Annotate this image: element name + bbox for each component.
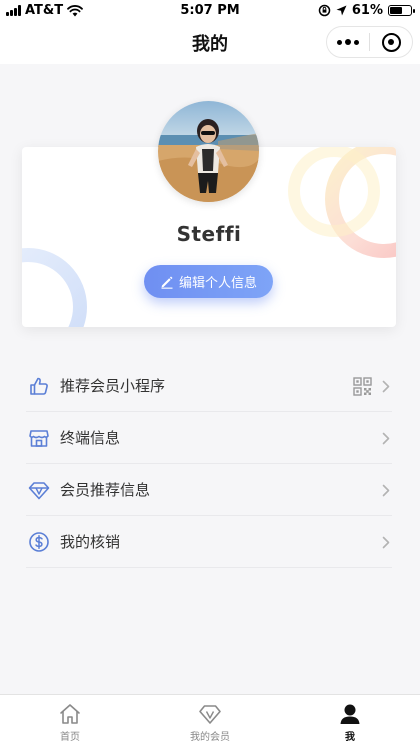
tab-label: 首页 bbox=[60, 732, 80, 743]
nav-bar: 我的 bbox=[0, 22, 420, 64]
avatar[interactable] bbox=[158, 101, 259, 202]
profile-username: Steffi bbox=[176, 222, 242, 246]
location-icon bbox=[336, 5, 347, 16]
tab-home[interactable]: 首页 bbox=[0, 695, 140, 744]
menu-item-recommend-mini-program[interactable]: 推荐会员小程序 bbox=[26, 360, 392, 412]
menu-right bbox=[353, 360, 390, 412]
tab-me[interactable]: 我 bbox=[280, 695, 420, 744]
battery-fill bbox=[390, 7, 402, 14]
home-icon bbox=[60, 704, 80, 724]
orientation-lock-icon bbox=[318, 4, 331, 17]
chevron-right-icon bbox=[382, 380, 390, 392]
edit-profile-button[interactable]: 编辑个人信息 bbox=[144, 265, 273, 298]
menu-item-terminal-info[interactable]: 终端信息 bbox=[26, 412, 392, 464]
battery-icon bbox=[388, 5, 415, 16]
menu-right bbox=[382, 516, 390, 568]
tab-bar: 首页 我的会员 我 bbox=[0, 694, 420, 744]
menu-label: 终端信息 bbox=[60, 429, 121, 447]
tab-label: 我的会员 bbox=[190, 732, 230, 743]
avatar-photo bbox=[158, 101, 259, 202]
status-bar: AT&T 5:07 PM 61% bbox=[0, 0, 420, 22]
tab-my-members[interactable]: 我的会员 bbox=[140, 695, 280, 744]
more-dots-icon-end bbox=[354, 39, 359, 45]
menu-label: 我的核销 bbox=[60, 533, 121, 551]
tab-label: 我 bbox=[345, 732, 355, 743]
mini-program-capsule bbox=[326, 26, 413, 58]
user-icon bbox=[340, 704, 360, 724]
more-dots-icon bbox=[337, 39, 342, 45]
menu-label: 会员推荐信息 bbox=[60, 481, 151, 499]
target-circle-icon bbox=[381, 32, 401, 52]
menu-right bbox=[382, 412, 390, 464]
menu-right bbox=[382, 464, 390, 516]
edit-profile-label: 编辑个人信息 bbox=[178, 276, 257, 291]
chevron-right-icon bbox=[382, 536, 390, 548]
diamond-icon bbox=[28, 479, 50, 501]
chevron-right-icon bbox=[382, 484, 390, 496]
menu-label: 推荐会员小程序 bbox=[60, 377, 166, 395]
dollar-circle-icon bbox=[28, 531, 50, 553]
status-right: 61% bbox=[318, 3, 415, 18]
qr-code-icon[interactable] bbox=[353, 376, 372, 396]
menu-item-my-redemptions[interactable]: 我的核销 bbox=[26, 516, 392, 568]
close-mini-program-button[interactable] bbox=[370, 27, 412, 57]
menu-item-member-recommendation[interactable]: 会员推荐信息 bbox=[26, 464, 392, 516]
edit-pencil-icon bbox=[161, 276, 173, 289]
more-dots-icon-center bbox=[345, 39, 351, 45]
more-menu-button[interactable] bbox=[327, 27, 369, 57]
thumbs-up-icon bbox=[28, 375, 50, 397]
menu-list: 推荐会员小程序 终端信息 会员推荐信息 我的核销 bbox=[26, 360, 392, 568]
chevron-right-icon bbox=[382, 432, 390, 444]
battery-percent: 61% bbox=[351, 3, 383, 18]
diamond-icon bbox=[199, 705, 221, 724]
store-icon bbox=[28, 427, 50, 449]
